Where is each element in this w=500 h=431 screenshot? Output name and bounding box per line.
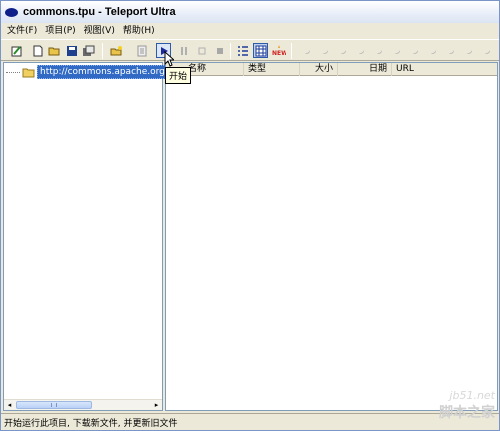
stop-icon [216, 47, 223, 54]
toolbar-disabled-button[interactable] [407, 43, 422, 58]
new-project-button[interactable] [30, 43, 45, 58]
stop-all-button[interactable] [212, 43, 227, 58]
edit-icon [11, 45, 21, 56]
window-title: commons.tpu - Teleport Ultra [23, 6, 176, 18]
status-bar: 开始运行此项目, 下载新文件, 并更新旧文件 [1, 413, 499, 430]
pause-icon [180, 46, 187, 55]
toolbar: NEW [1, 39, 499, 61]
moon-icon [412, 49, 418, 54]
scrollbar-grip-icon [51, 403, 57, 407]
watermark-site-name: 脚本之家 [439, 405, 495, 421]
open-button[interactable] [47, 43, 62, 58]
tree-connector [6, 71, 20, 73]
moon-icon [304, 49, 310, 54]
open-folder-icon [48, 47, 60, 55]
toolbar-disabled-button[interactable] [479, 43, 494, 58]
new-document-icon [33, 45, 42, 56]
moon-icon [340, 49, 346, 54]
column-header-url[interactable]: URL [392, 63, 497, 76]
save-disk-icon [66, 45, 77, 56]
horizontal-scrollbar[interactable]: ◂ ▸ [4, 399, 162, 410]
scroll-right-button[interactable]: ▸ [151, 400, 162, 410]
folder-star-icon [110, 45, 122, 55]
moon-icon [430, 49, 436, 54]
toolbar-disabled-button[interactable] [353, 43, 368, 58]
toolbar-disabled-button[interactable] [443, 43, 458, 58]
tree-item-label: http://commons.apache.org [37, 65, 168, 79]
tree-item-root[interactable]: http://commons.apache.org [6, 65, 168, 79]
save-as-icon [83, 45, 95, 56]
project-tree-pane[interactable]: http://commons.apache.org ◂ ▸ [3, 62, 168, 411]
status-text: 开始运行此项目, 下载新文件, 并更新旧文件 [4, 418, 178, 429]
toolbar-separator [102, 43, 103, 59]
stop-outline-icon [198, 47, 205, 54]
new-files-button[interactable]: NEW [271, 43, 286, 58]
menu-bar: 文件(F) 项目(P) 视图(V) 帮助(H) [1, 23, 499, 38]
svg-text:NEW: NEW [272, 50, 286, 57]
toolbar-disabled-button[interactable] [317, 43, 332, 58]
stop-button[interactable] [194, 43, 209, 58]
column-header-size[interactable]: 大小 [300, 63, 338, 76]
toolbar-separator [291, 43, 292, 59]
moon-icon [466, 49, 472, 54]
watermark: jb51.net 脚本之家 [439, 389, 495, 422]
grid-view-icon [255, 45, 266, 56]
column-header-date[interactable]: 日期 [338, 63, 392, 76]
new-badge-icon: NEW [272, 44, 286, 57]
toolbar-disabled-button[interactable] [335, 43, 350, 58]
mouse-cursor-icon [164, 50, 176, 70]
save-button[interactable] [64, 43, 79, 58]
moon-icon [376, 49, 382, 54]
properties-button[interactable] [134, 43, 149, 58]
toolbar-disabled-button[interactable] [371, 43, 386, 58]
toolbar-disabled-button[interactable] [461, 43, 476, 58]
list-header: 名称 类型 大小 日期 URL [166, 63, 497, 76]
menu-help[interactable]: 帮助(H) [119, 24, 159, 38]
toolbar-separator [230, 43, 231, 59]
pause-button[interactable] [176, 43, 191, 58]
properties-icon [137, 45, 146, 56]
moon-icon [322, 49, 328, 54]
folder-icon [22, 68, 35, 77]
save-as-button[interactable] [81, 43, 96, 58]
menu-project[interactable]: 项目(P) [41, 24, 79, 38]
menu-view[interactable]: 视图(V) [80, 24, 119, 38]
menu-file[interactable]: 文件(F) [3, 24, 41, 38]
new-address-button[interactable] [109, 43, 124, 58]
scrollbar-thumb[interactable] [16, 401, 92, 409]
scroll-left-button[interactable]: ◂ [4, 400, 15, 410]
toolbar-disabled-button[interactable] [425, 43, 440, 58]
list-view-icon [237, 45, 248, 56]
app-logo-icon [5, 7, 18, 17]
moon-icon [358, 49, 364, 54]
file-list-pane[interactable]: 名称 类型 大小 日期 URL [165, 62, 498, 411]
list-view-button[interactable] [235, 43, 250, 58]
moon-icon [394, 49, 400, 54]
toolbar-disabled-button[interactable] [389, 43, 404, 58]
watermark-domain: jb51.net [449, 389, 495, 402]
column-header-type[interactable]: 类型 [244, 63, 300, 76]
title-bar[interactable]: commons.tpu - Teleport Ultra [1, 1, 499, 23]
moon-icon [448, 49, 454, 54]
moon-icon [484, 49, 490, 54]
project-properties-button[interactable] [9, 43, 24, 58]
detail-view-button[interactable] [253, 43, 268, 58]
toolbar-disabled-button[interactable] [299, 43, 314, 58]
app-window: commons.tpu - Teleport Ultra 文件(F) 项目(P)… [0, 0, 500, 431]
